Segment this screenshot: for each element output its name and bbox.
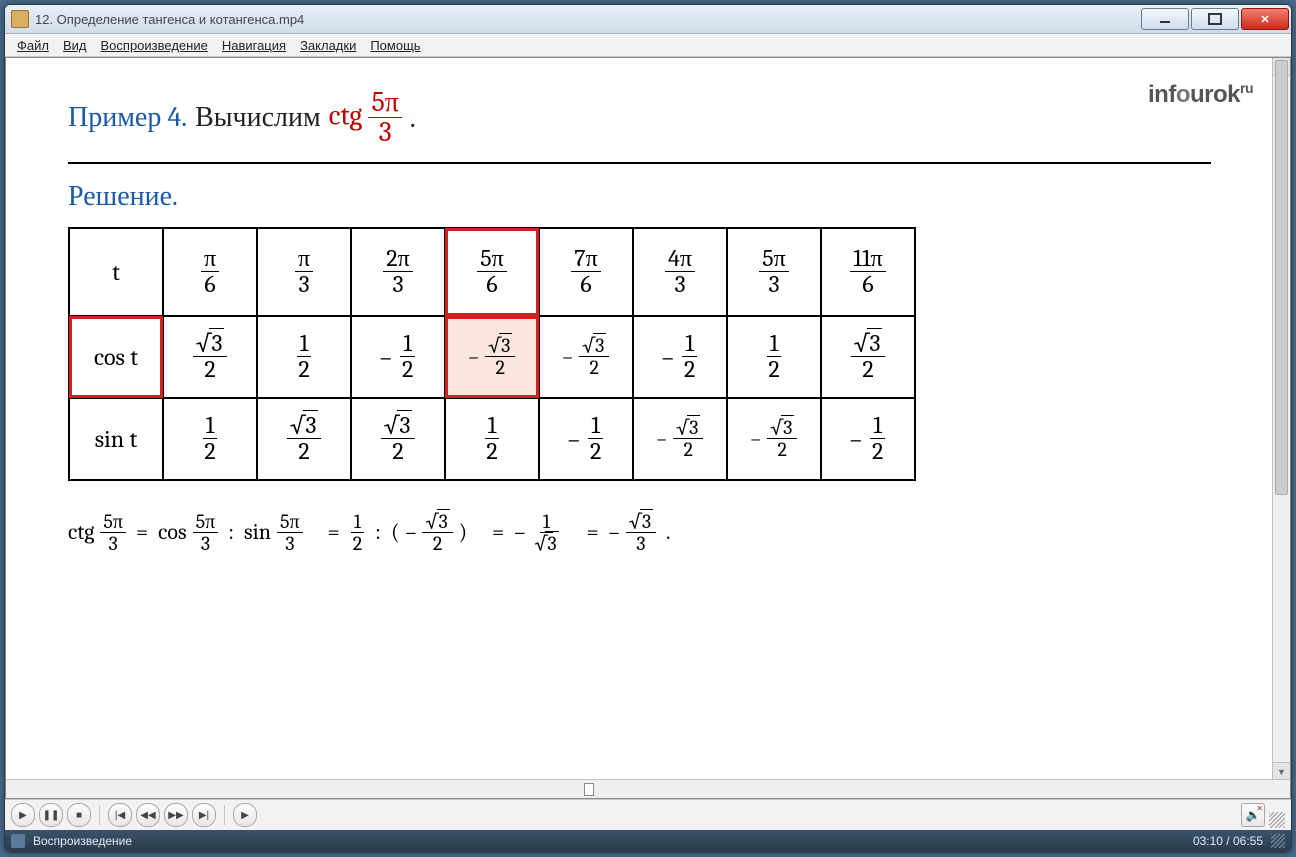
menu-playback[interactable]: Воспроизведение: [95, 36, 214, 55]
table-cell: – 12: [821, 398, 915, 480]
table-cell: 12: [257, 316, 351, 398]
table-cell: – 12: [633, 316, 727, 398]
table-cell: 32: [351, 398, 445, 480]
separator-icon: [99, 805, 100, 825]
table-cell: 7π6: [539, 228, 633, 316]
pause-button[interactable]: ❚❚: [39, 803, 63, 827]
statusbar-grip-icon: [1271, 834, 1285, 848]
menu-view[interactable]: Вид: [57, 36, 93, 55]
menu-file[interactable]: Файл: [11, 36, 55, 55]
table-cell: 32: [821, 316, 915, 398]
step-button[interactable]: ▶: [233, 803, 257, 827]
table-cell: 32: [163, 316, 257, 398]
window-buttons: [1139, 8, 1289, 30]
table-cell: π6: [163, 228, 257, 316]
table-cell: 12: [163, 398, 257, 480]
derivation-line: ctg 5π3 = cos 5π3 : sin 5π3 = 12 : (: [68, 511, 1211, 554]
seek-bar[interactable]: [6, 779, 1290, 798]
status-icon: [11, 834, 25, 848]
separator-icon: [224, 805, 225, 825]
window-title: 12. Определение тангенса и котангенса.mp…: [35, 12, 1139, 27]
app-icon: [11, 10, 29, 28]
table-cell: π3: [257, 228, 351, 316]
statusbar: Воспроизведение 03:10 / 06:55: [5, 830, 1291, 852]
vertical-scrollbar[interactable]: ▲ ▼: [1272, 58, 1290, 780]
scroll-down-arrow[interactable]: ▼: [1273, 762, 1290, 780]
next-file-button[interactable]: ▶|: [192, 803, 216, 827]
solution-heading: Решение.: [68, 180, 1211, 213]
example-verb: Вычислим: [195, 101, 321, 134]
example-func: ctg 5π3: [329, 88, 402, 148]
rewind-button[interactable]: ◀◀: [136, 803, 160, 827]
table-cell: 5π6: [445, 228, 539, 316]
status-text: Воспроизведение: [33, 834, 132, 848]
seek-handle[interactable]: [584, 783, 594, 796]
scroll-thumb[interactable]: [1275, 60, 1288, 495]
divider: [68, 162, 1211, 164]
example-number: Пример 4.: [68, 101, 187, 134]
slide-content: infourokru Пример 4. Вычислим ctg 5π3 . …: [6, 58, 1273, 780]
trig-table: tπ6π32π35π67π64π35π311π6cos t3212– 12– 3…: [68, 227, 916, 481]
mute-button[interactable]: 🔈: [1241, 803, 1265, 827]
table-cell: 5π3: [727, 228, 821, 316]
brand-logo: infourokru: [1148, 80, 1253, 109]
player-controls: ▶ ❚❚ ■ |◀ ◀◀ ▶▶ ▶| ▶ 🔈: [5, 799, 1291, 830]
titlebar[interactable]: 12. Определение тангенса и котангенса.mp…: [5, 5, 1291, 34]
stop-button[interactable]: ■: [67, 803, 91, 827]
table-cell: 12: [727, 316, 821, 398]
resize-grip-icon[interactable]: [1269, 812, 1285, 828]
example-heading: Пример 4. Вычислим ctg 5π3 .: [68, 88, 1211, 148]
menu-help[interactable]: Помощь: [364, 36, 426, 55]
table-cell: 32: [257, 398, 351, 480]
row-label: sin t: [69, 398, 163, 480]
table-cell: – 32: [445, 316, 539, 398]
maximize-button[interactable]: [1191, 8, 1239, 30]
table-cell: – 32: [539, 316, 633, 398]
table-cell: 4π3: [633, 228, 727, 316]
app-window: 12. Определение тангенса и котангенса.mp…: [4, 4, 1292, 853]
table-cell: 11π6: [821, 228, 915, 316]
forward-button[interactable]: ▶▶: [164, 803, 188, 827]
table-cell: 12: [445, 398, 539, 480]
time-display: 03:10 / 06:55: [1193, 834, 1263, 848]
menu-bookmarks[interactable]: Закладки: [294, 36, 362, 55]
menu-navigation[interactable]: Навигация: [216, 36, 292, 55]
minimize-button[interactable]: [1141, 8, 1189, 30]
table-cell: 2π3: [351, 228, 445, 316]
row-label: cos t: [69, 316, 163, 398]
table-cell: – 12: [351, 316, 445, 398]
close-button[interactable]: [1241, 8, 1289, 30]
menubar: Файл Вид Воспроизведение Навигация Закла…: [5, 34, 1291, 57]
play-button[interactable]: ▶: [11, 803, 35, 827]
row-label: t: [69, 228, 163, 316]
table-cell: – 12: [539, 398, 633, 480]
prev-file-button[interactable]: |◀: [108, 803, 132, 827]
table-cell: – 32: [633, 398, 727, 480]
table-cell: – 32: [727, 398, 821, 480]
video-viewport: infourokru Пример 4. Вычислим ctg 5π3 . …: [5, 57, 1291, 799]
